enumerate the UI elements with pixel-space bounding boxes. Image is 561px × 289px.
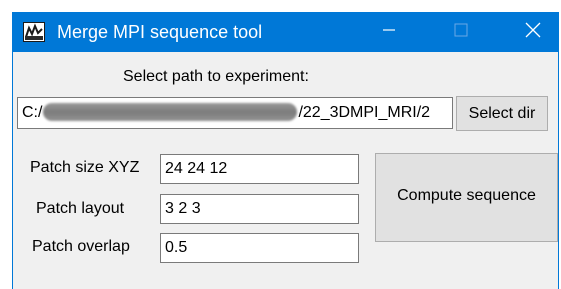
maximize-icon [454, 23, 468, 42]
path-suffix: /22_3DMPI_MRI/2 [298, 104, 431, 121]
path-prefix: C:/ [22, 104, 43, 121]
maximize-button[interactable] [438, 12, 484, 52]
close-button[interactable] [510, 12, 556, 52]
app-window: Merge MPI sequence tool Select path to e… [12, 12, 559, 289]
redacted-path-segment [43, 103, 298, 121]
app-icon [23, 22, 45, 42]
compute-sequence-button[interactable]: Compute sequence [375, 153, 558, 242]
patch-overlap-input[interactable]: 0.5 [160, 233, 359, 263]
experiment-path-input[interactable]: C:/ /22_3DMPI_MRI/2 [17, 97, 453, 129]
window-title: Merge MPI sequence tool [57, 22, 263, 42]
patch-layout-input[interactable]: 3 2 3 [160, 194, 359, 224]
title-bar[interactable]: Merge MPI sequence tool [13, 12, 558, 52]
patch-size-label: Patch size XYZ [30, 159, 140, 176]
minimize-icon [383, 23, 395, 41]
patch-overlap-label: Patch overlap [32, 238, 130, 255]
minimize-button[interactable] [366, 12, 412, 52]
close-icon [525, 22, 541, 43]
patch-size-input[interactable]: 24 24 12 [160, 154, 359, 184]
path-label: Select path to experiment: [123, 68, 309, 85]
patch-layout-label: Patch layout [36, 200, 125, 217]
select-dir-button[interactable]: Select dir [456, 96, 548, 131]
